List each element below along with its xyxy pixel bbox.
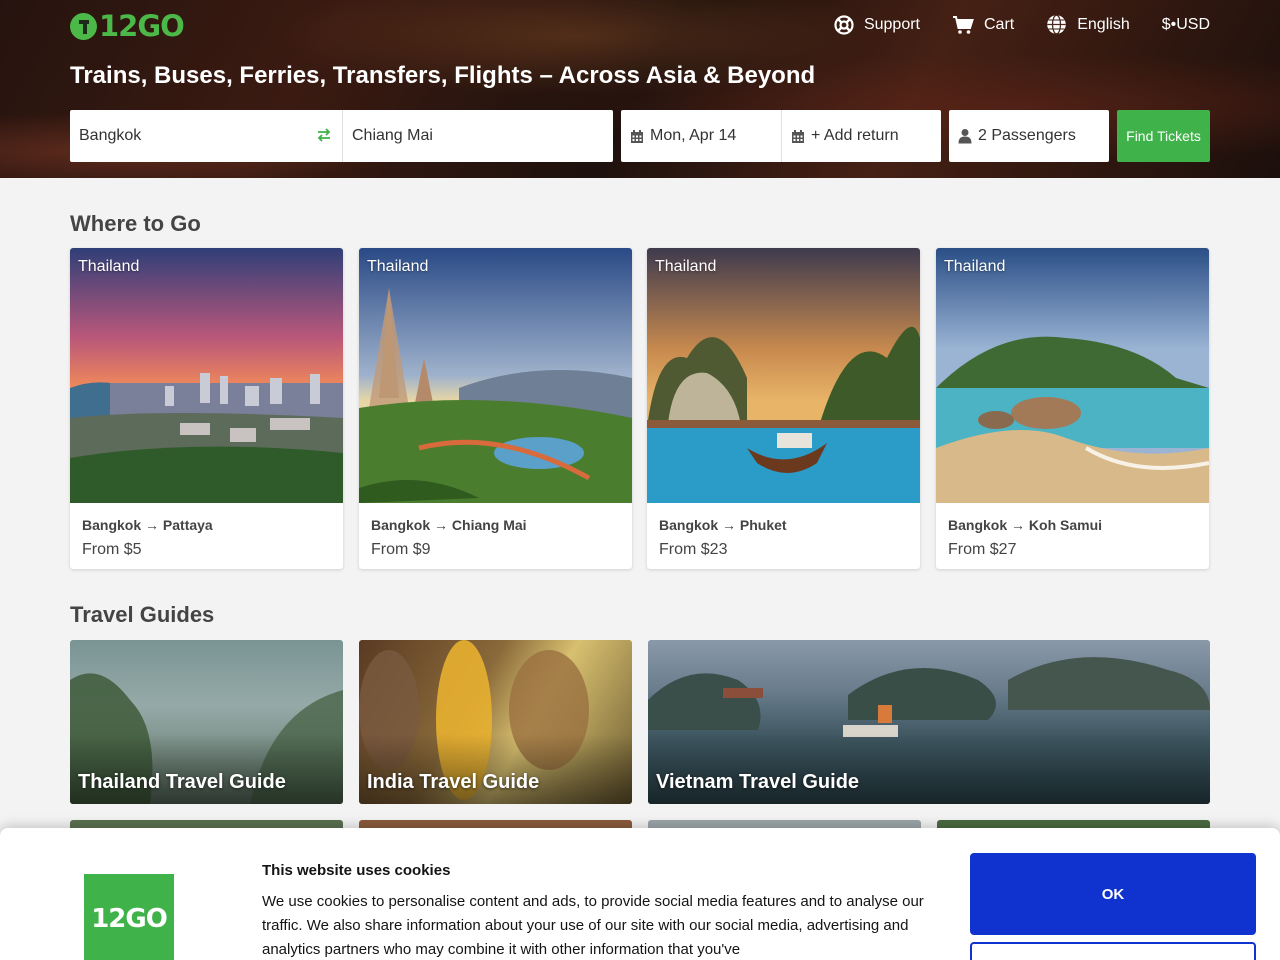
where-to-go-title: Where to Go (70, 211, 201, 236)
price-label: From $9 (371, 541, 431, 558)
page-headline: Trains, Buses, Ferries, Transfers, Fligh… (70, 62, 816, 89)
from-input[interactable]: Bangkok (70, 110, 342, 162)
language-selector[interactable]: English (1046, 14, 1130, 35)
price-label: From $5 (82, 541, 142, 558)
calendar-icon (792, 129, 804, 143)
hero-header: 12GO Support Cart English $•USD Trains, … (0, 0, 1280, 178)
logo[interactable]: 12GO (70, 9, 185, 43)
destination-card-koh-samui[interactable]: Thailand Bangkok → Koh Samui From $27 (936, 248, 1209, 569)
lifebuoy-icon (834, 14, 854, 35)
route-label: Bangkok → Phuket (659, 517, 787, 533)
country-label: Thailand (78, 258, 140, 275)
country-label: Thailand (944, 258, 1006, 275)
return-date-input[interactable]: + Add return (781, 110, 941, 162)
cookie-secondary-button[interactable] (970, 942, 1256, 960)
currency-label: $•USD (1161, 15, 1210, 33)
route-label: Bangkok → Chiang Mai (371, 517, 527, 533)
phuket-image (647, 248, 920, 503)
travel-guides-title: Travel Guides (70, 602, 215, 627)
guide-label: Thailand Travel Guide (78, 771, 286, 793)
cart-label: Cart (984, 15, 1015, 33)
koh-samui-image (936, 248, 1209, 503)
date-value: Mon, Apr 14 (650, 127, 737, 144)
cookie-ok-button[interactable]: OK (970, 853, 1256, 935)
cookie-title: This website uses cookies (262, 862, 451, 879)
cart-icon (953, 15, 974, 34)
route-label: Bangkok → Pattaya (82, 517, 213, 533)
chiang-mai-image (359, 248, 632, 503)
price-label: From $23 (659, 541, 728, 558)
person-icon (958, 129, 972, 144)
guide-label: Vietnam Travel Guide (656, 771, 860, 793)
cart-link[interactable]: Cart (952, 15, 1014, 35)
passengers-input[interactable]: 2 Passengers (949, 110, 1109, 162)
logo-icon (70, 12, 97, 40)
support-link[interactable]: Support (834, 14, 920, 35)
currency-selector[interactable]: $•USD (1162, 16, 1210, 34)
destination-card-chiang-mai[interactable]: Thailand Bangkok → Chiang Mai From $9 (359, 248, 632, 569)
country-label: Thailand (655, 258, 717, 275)
cookie-logo: 12GO (84, 874, 174, 960)
swap-icon[interactable] (316, 127, 332, 143)
guide-label: India Travel Guide (367, 771, 540, 793)
destination-card-phuket[interactable]: Thailand Bangkok → Phuket From $23 (647, 248, 920, 569)
top-nav: Support Cart English $•USD (834, 14, 1210, 35)
to-input[interactable]: Chiang Mai (342, 110, 613, 162)
globe-icon (1047, 14, 1067, 35)
language-label: English (1077, 15, 1130, 33)
guide-card-thailand[interactable]: Thailand Travel Guide (70, 640, 343, 804)
country-label: Thailand (367, 258, 429, 275)
to-value: Chiang Mai (352, 127, 433, 144)
guide-card-vietnam[interactable]: Vietnam Travel Guide (648, 640, 1210, 804)
date-input[interactable]: Mon, Apr 14 (621, 110, 781, 162)
calendar-icon (631, 129, 643, 143)
guide-card-india[interactable]: India Travel Guide (359, 640, 632, 804)
passengers-value: 2 Passengers (978, 127, 1076, 144)
from-value: Bangkok (79, 127, 142, 144)
find-tickets-button[interactable]: Find Tickets (1117, 110, 1210, 162)
cookie-text: We use cookies to personalise content an… (262, 893, 924, 958)
route-label: Bangkok → Koh Samui (948, 517, 1103, 533)
support-label: Support (863, 15, 920, 33)
price-label: From $27 (948, 541, 1017, 558)
search-form: Bangkok Chiang Mai Mon, Apr 14 + Add ret… (70, 110, 1210, 162)
pattaya-image (70, 248, 343, 503)
cookie-banner: 12GO This website uses cookies We use co… (0, 828, 1280, 960)
destination-card-pattaya[interactable]: Thailand Bangkok → Pattaya From $5 (70, 248, 343, 569)
logo-text: 12GO (99, 9, 185, 43)
return-value: + Add return (811, 127, 899, 144)
